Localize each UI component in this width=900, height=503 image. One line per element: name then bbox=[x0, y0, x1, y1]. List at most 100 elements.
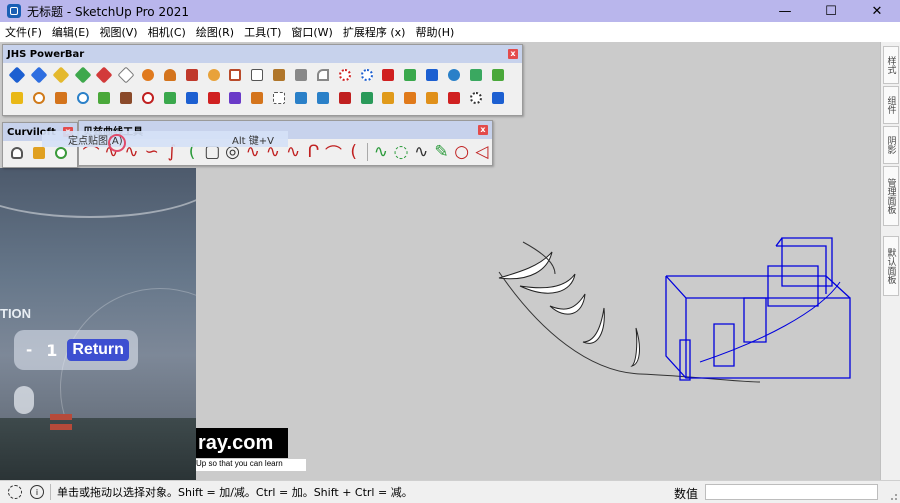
red-dots-arc-icon[interactable] bbox=[335, 65, 355, 85]
eraser-icon[interactable] bbox=[291, 65, 311, 85]
tray-tab-default[interactable]: 默认面板 bbox=[883, 236, 899, 296]
tile-cross-icon[interactable] bbox=[422, 88, 442, 108]
toolbar-close-button[interactable]: x bbox=[478, 125, 488, 135]
toolbar-title-bar[interactable]: JHS PowerBar x bbox=[3, 45, 522, 63]
menu-view[interactable]: 视图(V) bbox=[94, 24, 142, 40]
tray-tab-styles[interactable]: 样式 bbox=[883, 46, 899, 84]
layers-icon[interactable] bbox=[357, 88, 377, 108]
frame-icon[interactable] bbox=[313, 88, 333, 108]
curve-icon[interactable] bbox=[313, 65, 333, 85]
menu-window[interactable]: 窗口(W) bbox=[286, 24, 337, 40]
green-face-icon[interactable] bbox=[73, 65, 93, 85]
menu-extensions[interactable]: 扩展程序 (x) bbox=[338, 24, 411, 40]
blue-dots-arc-icon[interactable] bbox=[357, 65, 377, 85]
arc-tool-icon[interactable] bbox=[29, 88, 49, 108]
road-sign bbox=[50, 414, 72, 420]
cylinder-icon[interactable] bbox=[116, 88, 136, 108]
menu-draw[interactable]: 绘图(R) bbox=[191, 24, 239, 40]
grid-icon[interactable] bbox=[269, 88, 289, 108]
resize-grip-icon[interactable] bbox=[888, 491, 898, 501]
menu-edit[interactable]: 编辑(E) bbox=[47, 24, 95, 40]
brand-logo: ray.com bbox=[196, 428, 288, 458]
tile-icon[interactable] bbox=[378, 88, 398, 108]
green-curve-icon[interactable]: ∿ bbox=[371, 141, 391, 163]
green-stack-icon[interactable] bbox=[160, 88, 180, 108]
green-cross-icon[interactable] bbox=[400, 65, 420, 85]
status-separator bbox=[50, 484, 51, 500]
paint-tool-icon[interactable] bbox=[182, 65, 202, 85]
triangle-curve-icon[interactable]: ◁ bbox=[472, 141, 492, 163]
maximize-button[interactable]: ☐ bbox=[808, 0, 854, 22]
edit-curve-icon[interactable]: ∿ bbox=[411, 141, 431, 163]
rotate-icon[interactable] bbox=[73, 88, 93, 108]
jhs-powerbar-toolbar: JHS PowerBar x bbox=[2, 44, 523, 116]
stair-icon[interactable] bbox=[291, 88, 311, 108]
close-button[interactable]: ✕ bbox=[854, 0, 900, 22]
red-face-icon[interactable] bbox=[94, 65, 114, 85]
push-face-icon[interactable] bbox=[29, 65, 49, 85]
menu-help[interactable]: 帮助(H) bbox=[410, 24, 459, 40]
scatter-icon[interactable] bbox=[444, 88, 464, 108]
warning-icon[interactable] bbox=[7, 88, 27, 108]
blue-cross-icon[interactable] bbox=[422, 65, 442, 85]
menu-camera[interactable]: 相机(C) bbox=[143, 24, 191, 40]
status-hint: 单击或拖动以选择对象。Shift = 加/减。Ctrl = 加。Shift + … bbox=[57, 486, 413, 499]
menu-tools[interactable]: 工具(T) bbox=[239, 24, 286, 40]
green-arrow-icon[interactable] bbox=[488, 65, 508, 85]
dotted-circle-icon[interactable] bbox=[466, 88, 486, 108]
title-bar: 无标题 - SketchUp Pro 2021 — ☐ ✕ bbox=[0, 0, 900, 22]
pen-icon[interactable] bbox=[94, 88, 114, 108]
tooltip-hotkey: Alt 键+V bbox=[232, 135, 274, 147]
measurements-label: 数值 bbox=[674, 487, 699, 501]
minus-key: - bbox=[26, 341, 33, 359]
grid-select-icon[interactable] bbox=[488, 88, 508, 108]
video-background-trees bbox=[0, 418, 196, 480]
red-cross-icon[interactable] bbox=[378, 65, 398, 85]
tray-tab-shadows[interactable]: 阴影 bbox=[883, 126, 899, 164]
measurements-input[interactable] bbox=[705, 484, 878, 500]
tile-grid-icon[interactable] bbox=[400, 88, 420, 108]
box-icon[interactable] bbox=[225, 65, 245, 85]
color-wheel-icon[interactable] bbox=[204, 65, 224, 85]
move-face-icon[interactable] bbox=[7, 65, 27, 85]
return-key: Return bbox=[67, 339, 129, 361]
toolbar-row-2 bbox=[3, 86, 522, 109]
helmet-icon[interactable] bbox=[160, 65, 180, 85]
dotted-circle-icon[interactable]: ◌ bbox=[391, 141, 411, 163]
multi-box-icon[interactable] bbox=[182, 88, 202, 108]
toolbar-row-1 bbox=[3, 63, 522, 86]
cube-icon[interactable] bbox=[444, 65, 464, 85]
color-blocks-icon[interactable] bbox=[225, 88, 245, 108]
pacman-icon[interactable] bbox=[138, 65, 158, 85]
wrench-icon[interactable]: ✎ bbox=[431, 141, 451, 163]
orange-box-icon[interactable] bbox=[247, 88, 267, 108]
divider-arc-icon[interactable]: ⌒ bbox=[323, 141, 343, 165]
tray-tab-components[interactable]: 组件 bbox=[883, 86, 899, 124]
window-controls: — ☐ ✕ bbox=[762, 0, 900, 22]
menu-file[interactable]: 文件(F) bbox=[0, 24, 47, 40]
outline-face-icon[interactable] bbox=[116, 65, 136, 85]
ellipse-icon[interactable]: ○ bbox=[452, 141, 472, 163]
panel-icon[interactable] bbox=[335, 88, 355, 108]
red-paren-icon[interactable]: ( bbox=[344, 141, 364, 163]
sweep-profile-3 bbox=[549, 293, 586, 315]
yellow-face-icon[interactable] bbox=[51, 65, 71, 85]
toolbar-close-button[interactable]: x bbox=[508, 49, 518, 59]
sketchup-app-icon bbox=[7, 4, 21, 18]
geo-location-icon[interactable] bbox=[8, 485, 22, 499]
folder-icon[interactable] bbox=[269, 65, 289, 85]
hook-curve-icon[interactable]: Ր bbox=[303, 141, 323, 163]
cone-icon[interactable] bbox=[466, 65, 486, 85]
tray-tab-manage[interactable]: 管理面板 bbox=[883, 166, 899, 226]
red-blocks-icon[interactable] bbox=[204, 88, 224, 108]
minimize-button[interactable]: — bbox=[762, 0, 808, 22]
video-partial-text: TION bbox=[0, 306, 32, 321]
sweep-profile-2 bbox=[519, 273, 576, 294]
flag-icon[interactable] bbox=[247, 65, 267, 85]
red-arc-icon[interactable] bbox=[138, 88, 158, 108]
bucket-icon[interactable] bbox=[51, 88, 71, 108]
video-graphic-arc bbox=[0, 168, 196, 218]
mouse-icon bbox=[14, 386, 34, 414]
info-icon[interactable]: i bbox=[30, 485, 44, 499]
loft-by-spline-icon[interactable] bbox=[7, 143, 27, 163]
